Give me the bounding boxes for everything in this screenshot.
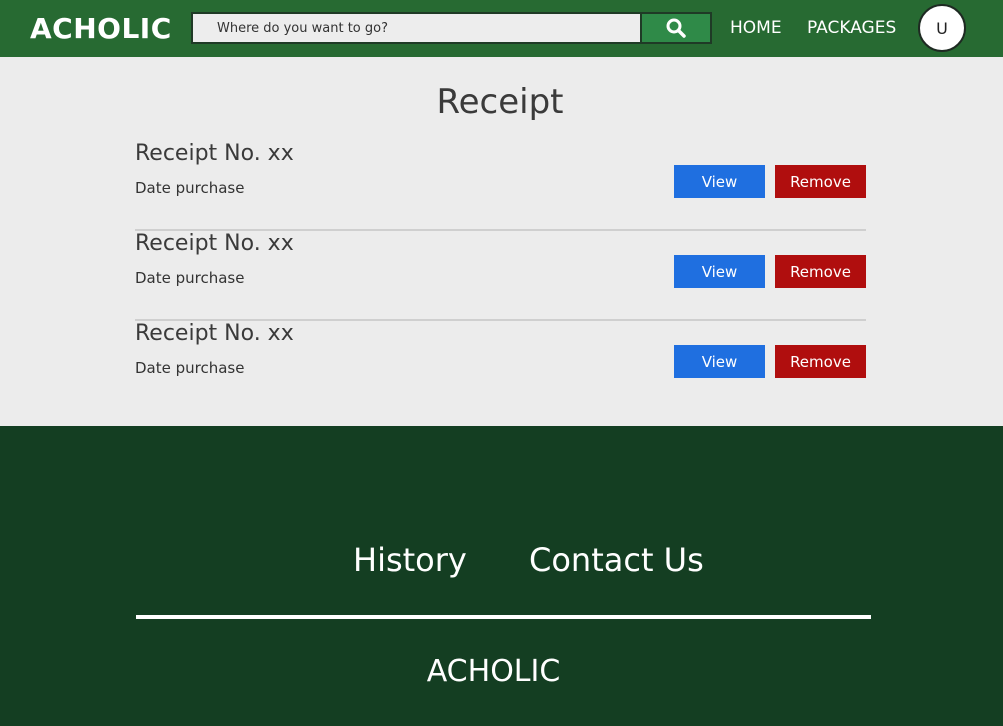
search-button[interactable] (640, 14, 710, 42)
avatar-initial: U (936, 18, 948, 38)
footer-history-link[interactable]: History (353, 541, 467, 579)
footer-brand: ACHOLIC (426, 654, 561, 689)
footer-contact-link[interactable]: Contact Us (529, 541, 704, 579)
view-button[interactable]: View (674, 255, 765, 288)
search-icon (666, 18, 686, 38)
search-bar (191, 12, 712, 44)
receipt-date: Date purchase (135, 269, 245, 287)
user-avatar[interactable]: U (918, 4, 966, 52)
remove-button[interactable]: Remove (775, 345, 866, 378)
view-button[interactable]: View (674, 345, 765, 378)
navbar: ACHOLIC HOME PACKAGES U (0, 0, 1003, 57)
brand-logo[interactable]: ACHOLIC (30, 12, 172, 45)
receipt-item: Receipt No. xx Date purchase View Remove (135, 321, 866, 411)
footer: History Contact Us ACHOLIC (0, 426, 1003, 726)
nav-home-link[interactable]: HOME (730, 18, 782, 38)
receipt-date: Date purchase (135, 179, 245, 197)
receipt-date: Date purchase (135, 359, 245, 377)
receipt-title: Receipt No. xx (135, 141, 294, 166)
remove-button[interactable]: Remove (775, 165, 866, 198)
view-button[interactable]: View (674, 165, 765, 198)
receipt-title: Receipt No. xx (135, 321, 294, 346)
page-title: Receipt (436, 82, 564, 122)
search-input[interactable] (193, 14, 640, 42)
footer-divider (136, 615, 871, 619)
nav-packages-link[interactable]: PACKAGES (807, 18, 896, 38)
remove-button[interactable]: Remove (775, 255, 866, 288)
receipt-item: Receipt No. xx Date purchase View Remove (135, 141, 866, 231)
receipt-item: Receipt No. xx Date purchase View Remove (135, 231, 866, 321)
receipt-title: Receipt No. xx (135, 231, 294, 256)
